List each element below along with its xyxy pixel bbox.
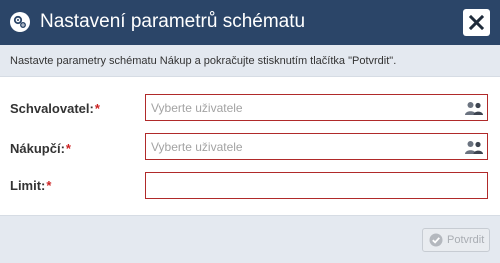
required-mark: * [94,101,100,116]
users-icon[interactable] [465,140,483,154]
required-mark: * [65,141,71,156]
close-button[interactable] [463,9,490,36]
confirm-button[interactable]: Potvrdit [422,228,490,252]
required-mark: * [46,178,52,193]
approver-input[interactable] [146,95,451,120]
approver-label: Schvalovatel:* [10,101,100,116]
buyer-field[interactable] [145,133,488,160]
buyer-input[interactable] [146,134,451,159]
approver-field[interactable] [145,94,488,121]
confirm-label: Potvrdit [447,234,485,246]
limit-label: Limit:* [10,178,52,193]
limit-input[interactable] [146,173,451,198]
users-icon[interactable] [465,101,483,115]
dialog-titlebar: Nastavení parametrů schématu [0,0,500,45]
dialog-footer: Potvrdit [0,215,500,263]
dialog-title: Nastavení parametrů schématu [40,11,306,32]
buyer-label: Nákupčí:* [10,141,71,156]
close-icon [469,15,484,30]
limit-field[interactable] [145,172,488,199]
instruction-text: Nastavte parametry schématu Nákup a pokr… [10,55,397,67]
instruction-bar: Nastavte parametry schématu Nákup a pokr… [0,45,500,77]
parameter-dialog: Nastavení parametrů schématu Nastavte pa… [0,0,500,263]
settings-icon [10,12,30,32]
check-circle-icon [429,233,443,247]
